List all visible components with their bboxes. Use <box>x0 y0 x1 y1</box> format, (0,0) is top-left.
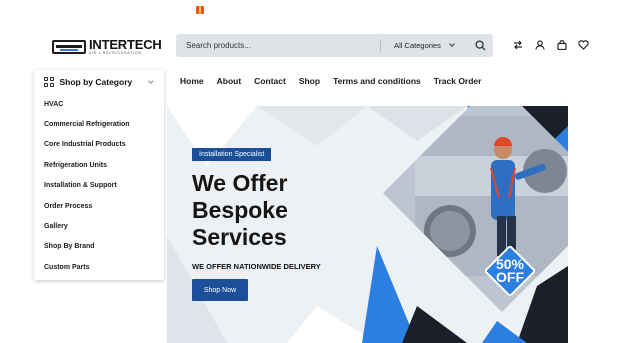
category-item-shop-by-brand[interactable]: Shop By Brand <box>44 237 164 257</box>
category-item-custom-parts[interactable]: Custom Parts <box>44 257 164 277</box>
chevron-down-icon <box>449 41 455 47</box>
header-icons <box>512 38 589 51</box>
category-item-refrigeration-units[interactable]: Refrigeration Units <box>44 155 164 175</box>
search-input[interactable] <box>176 34 380 57</box>
hero-subtitle: WE OFFER NATIONWIDE DELIVERY <box>192 262 321 271</box>
category-item-hvac[interactable]: HVAC <box>44 94 164 114</box>
category-item-gallery[interactable]: Gallery <box>44 216 164 236</box>
wishlist-icon[interactable] <box>578 38 589 51</box>
search-button[interactable] <box>467 34 493 57</box>
category-select-label: All Categories <box>394 41 441 50</box>
discount-badge-text: 50% OFF <box>489 257 531 285</box>
nav-item-contact[interactable]: Contact <box>254 76 286 86</box>
hero-title-line: Bespoke <box>192 197 288 223</box>
main-nav: Home About Contact Shop Terms and condit… <box>180 76 494 86</box>
grid-icon <box>44 77 54 87</box>
gift-icon[interactable] <box>196 6 204 14</box>
badge-off: OFF <box>496 269 524 285</box>
nav-item-home[interactable]: Home <box>180 76 204 86</box>
category-menu-toggle[interactable]: Shop by Category <box>34 70 164 94</box>
shop-now-button[interactable]: Shop Now <box>192 279 248 301</box>
chevron-down-icon <box>147 78 153 83</box>
nav-item-about[interactable]: About <box>217 76 242 86</box>
compare-icon[interactable] <box>512 38 523 51</box>
category-menu: Shop by Category HVAC Commercial Refrige… <box>34 70 164 280</box>
hero-tag: Installation Specialist <box>192 148 272 161</box>
brand-name: INTERTECH <box>89 37 162 52</box>
category-item-commercial-refrigeration[interactable]: Commercial Refrigeration <box>44 114 164 134</box>
ac-unit-icon <box>52 39 86 54</box>
account-icon[interactable] <box>534 38 545 51</box>
hero-title: We Offer Bespoke Services <box>192 170 352 251</box>
nav-item-shop[interactable]: Shop <box>299 76 320 86</box>
cart-icon[interactable] <box>556 38 567 51</box>
brand-logo[interactable]: INTERTECH AIR • REFRIGERATION <box>52 38 162 56</box>
category-item-installation-support[interactable]: Installation & Support <box>44 176 164 196</box>
hero-banner: 50% OFF Installation Specialist We Offer… <box>167 106 568 343</box>
nav-item-terms[interactable]: Terms and conditions <box>333 76 421 86</box>
category-select[interactable]: All Categories <box>381 41 467 50</box>
hero-title-line: We Offer <box>192 170 288 196</box>
hero-title-line: Services <box>192 224 287 250</box>
category-list: HVAC Commercial Refrigeration Core Indus… <box>34 94 164 278</box>
search-icon <box>474 40 486 51</box>
category-item-order-process[interactable]: Order Process <box>44 196 164 216</box>
nav-item-track-order[interactable]: Track Order <box>434 76 482 86</box>
category-menu-title: Shop by Category <box>59 77 133 87</box>
category-item-core-industrial-products[interactable]: Core Industrial Products <box>44 135 164 155</box>
search-bar: All Categories <box>176 34 493 57</box>
brand-tagline: AIR • REFRIGERATION <box>89 51 142 55</box>
